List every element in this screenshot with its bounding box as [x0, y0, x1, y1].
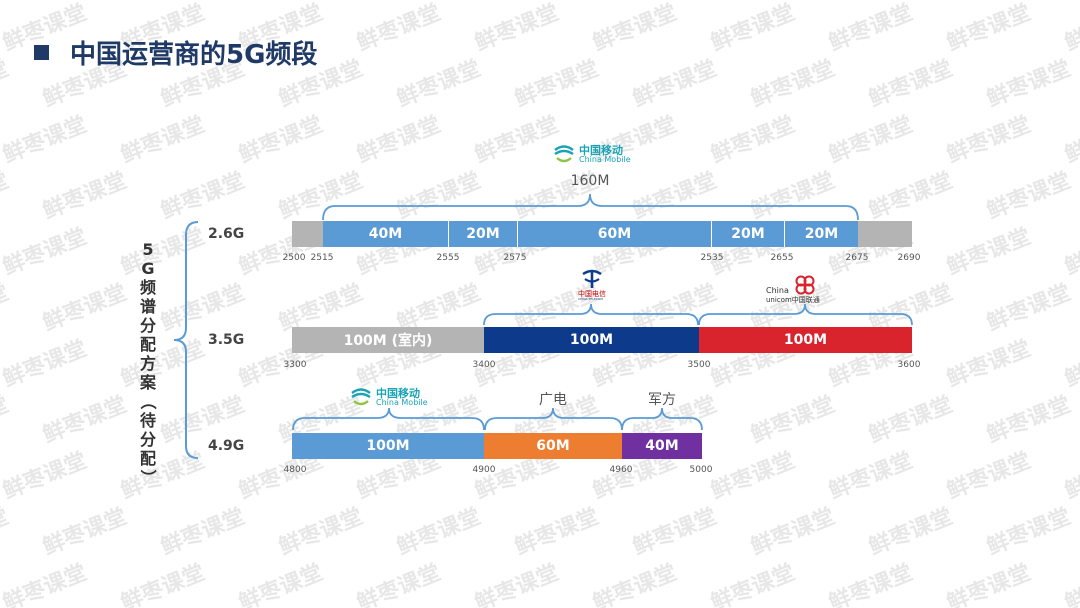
- seg-4-9g-broadcast: 60M: [484, 433, 622, 459]
- band-label-3-5g: 3.5G: [208, 332, 245, 348]
- china-mobile-en: China Mobile: [579, 155, 631, 164]
- tick-3600: 3600: [897, 360, 921, 370]
- seg-2-6g-20m-b: 20M: [711, 221, 784, 247]
- band-label-4-9g: 4.9G: [208, 438, 245, 454]
- china-unicom-logo: China unicom中国联通: [766, 274, 836, 304]
- tick-2675: 2675: [845, 253, 869, 263]
- china-mobile-logo-bottom: 中国移动 China Mobile: [349, 385, 449, 411]
- tick-2535: 2535: [700, 253, 724, 263]
- china-mobile-icon: [554, 145, 574, 163]
- tick-4800: 4800: [283, 465, 307, 475]
- seg-2-6g-40m: 40M: [323, 221, 448, 247]
- bar-4-9g: 100M 60M 40M: [292, 433, 702, 459]
- seg-2-6g-20m-c: 20M: [784, 221, 858, 247]
- china-telecom-en: CHINA TELECOM: [578, 297, 603, 301]
- tick-3500: 3500: [687, 360, 711, 370]
- china-telecom-icon: [582, 269, 602, 288]
- bar-3-5g: 100M (室内) 100M 100M: [292, 327, 912, 353]
- tick-2690: 2690: [897, 253, 921, 263]
- china-mobile-icon: [351, 388, 371, 406]
- band-label-2-6g: 2.6G: [208, 226, 245, 242]
- note-broadcast: 广电: [539, 392, 567, 408]
- brace-160m: [322, 193, 859, 221]
- tick-2575: 2575: [503, 253, 527, 263]
- china-unicom-icon: [795, 275, 815, 295]
- tick-3300: 3300: [283, 360, 307, 370]
- tick-4960: 4960: [609, 465, 633, 475]
- seg-3-5g-unicom: 100M: [699, 327, 912, 353]
- tick-4900: 4900: [472, 465, 496, 475]
- china-unicom-line2: unicom中国联通: [766, 296, 820, 304]
- china-unicom-line1: China: [766, 286, 789, 295]
- tick-2655: 2655: [770, 253, 794, 263]
- tick-2500: 2500: [282, 253, 306, 263]
- china-telecom-logo: 中国电信 CHINA TELECOM: [572, 268, 612, 302]
- china-mobile-en: China Mobile: [376, 398, 428, 407]
- left-bracket: [173, 221, 199, 459]
- tick-5000: 5000: [689, 465, 713, 475]
- brace-telecom: [483, 303, 699, 326]
- seg-4-9g-mobile: 100M: [292, 433, 484, 459]
- brace-unicom: [698, 303, 913, 326]
- brace-military: [621, 407, 703, 431]
- seg-3-5g-indoor: 100M (室内): [292, 327, 484, 353]
- seg-2-6g-guard-right: [858, 221, 912, 247]
- brace-mobile-49: [292, 407, 485, 431]
- tick-2515: 2515: [310, 253, 334, 263]
- brace-label-160m: 160M: [570, 173, 610, 189]
- tick-2555: 2555: [436, 253, 460, 263]
- seg-2-6g-guard-left: [292, 221, 323, 247]
- seg-2-6g-60m: 60M: [517, 221, 711, 247]
- note-military: 军方: [648, 392, 676, 408]
- tick-3400: 3400: [472, 360, 496, 370]
- bar-2-6g: 40M 20M 60M 20M 20M: [292, 221, 912, 247]
- seg-4-9g-military: 40M: [622, 433, 702, 459]
- seg-2-6g-20m-a: 20M: [448, 221, 517, 247]
- china-mobile-logo-top: 中国移动 China Mobile: [552, 142, 652, 168]
- seg-3-5g-telecom: 100M: [484, 327, 699, 353]
- brace-broadcast: [484, 407, 623, 431]
- diagram-lines: [173, 193, 913, 459]
